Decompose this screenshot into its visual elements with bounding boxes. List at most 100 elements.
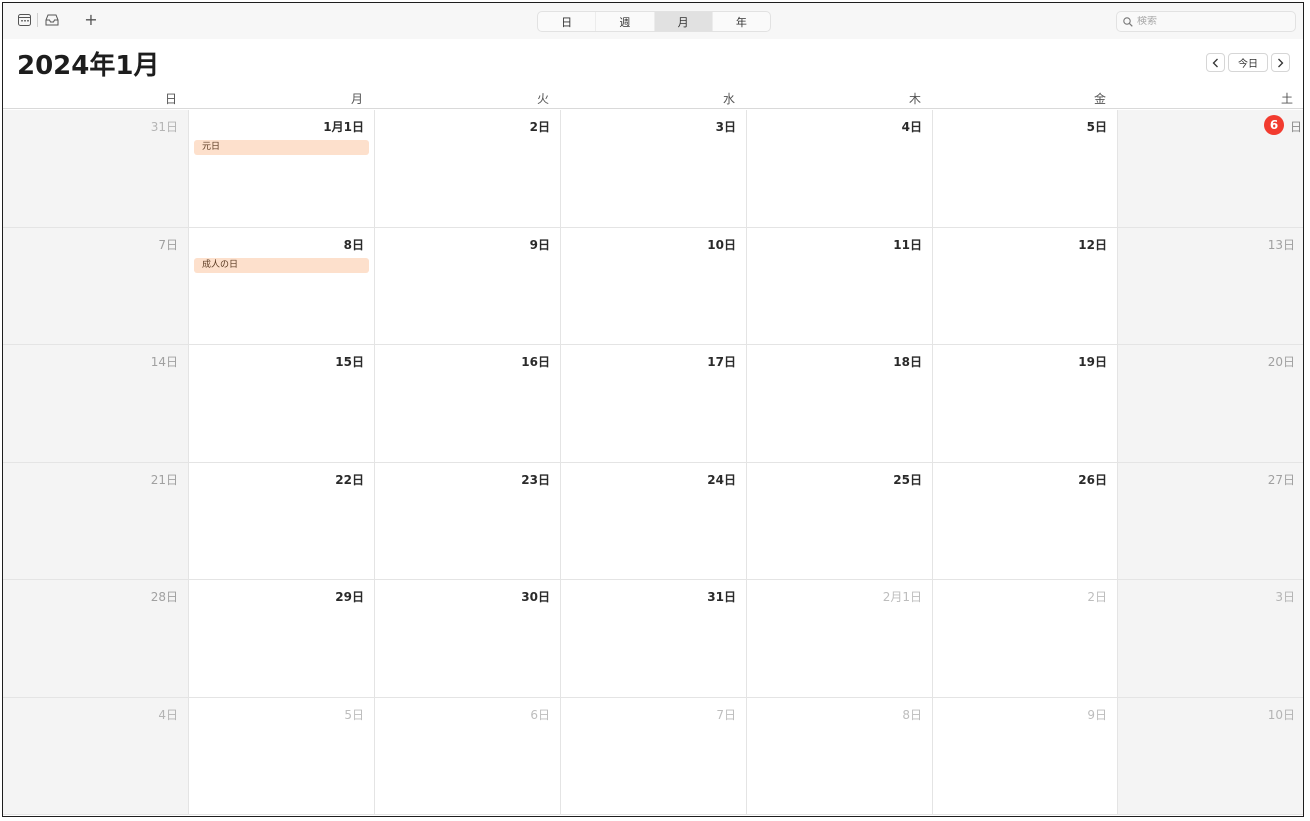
day-cell[interactable]: 2日 bbox=[933, 580, 1118, 698]
chevron-right-icon bbox=[1278, 58, 1284, 67]
day-number: 30日 bbox=[521, 590, 550, 604]
day-cell[interactable]: 19日 bbox=[933, 345, 1118, 463]
day-cell[interactable]: 21日 bbox=[3, 462, 189, 580]
day-number: 1月1日 bbox=[323, 120, 364, 134]
view-day-tab[interactable]: 日 bbox=[538, 12, 597, 31]
day-number: 15日 bbox=[335, 355, 364, 369]
day-cell[interactable]: 5日 bbox=[189, 697, 375, 815]
weekday-label: 木 bbox=[908, 92, 921, 106]
day-cell[interactable]: 16日 bbox=[375, 345, 561, 463]
day-number: 8日 bbox=[902, 707, 922, 722]
day-cell[interactable]: 9日 bbox=[933, 697, 1118, 815]
day-cell[interactable]: 4日 bbox=[3, 697, 189, 815]
day-cell[interactable]: 24日 bbox=[561, 462, 747, 580]
day-number: 18日 bbox=[893, 355, 922, 369]
day-number: 31日 bbox=[707, 590, 736, 604]
day-cell[interactable]: 2日 bbox=[375, 110, 561, 228]
day-cell[interactable]: 6日 bbox=[375, 697, 561, 815]
day-number: 11日 bbox=[893, 237, 922, 252]
day-cell[interactable]: 10日 bbox=[1118, 697, 1303, 815]
day-cell[interactable]: 20日 bbox=[1118, 345, 1303, 463]
day-number: 6日 bbox=[530, 707, 550, 722]
day-number: 2月1日 bbox=[882, 590, 922, 604]
day-cell[interactable]: 15日 bbox=[189, 345, 375, 463]
view-month-tab[interactable]: 月 bbox=[654, 12, 713, 31]
day-number: 9日 bbox=[1087, 707, 1107, 722]
day-number: 10日 bbox=[1267, 707, 1295, 722]
day-cell[interactable]: 7日 bbox=[3, 227, 189, 345]
day-number: 29日 bbox=[335, 590, 364, 604]
day-cell[interactable]: 6日 bbox=[1118, 110, 1303, 228]
day-cell[interactable]: 23日 bbox=[375, 462, 561, 580]
day-number: 20日 bbox=[1267, 355, 1295, 369]
weekday-header: 日月火水木金土 bbox=[3, 86, 1303, 109]
previous-month-button[interactable] bbox=[1206, 53, 1225, 72]
day-number: 19日 bbox=[1078, 355, 1107, 369]
day-cell[interactable]: 31日 bbox=[3, 110, 189, 228]
day-number: 4日 bbox=[158, 707, 178, 722]
day-cell[interactable]: 11日 bbox=[747, 227, 933, 345]
day-number: 4日 bbox=[901, 120, 922, 134]
day-cell[interactable]: 3日 bbox=[1118, 580, 1303, 698]
day-cell[interactable]: 9日 bbox=[375, 227, 561, 345]
weekday-label: 水 bbox=[722, 92, 735, 106]
day-number: 8日 bbox=[343, 237, 364, 252]
search-input[interactable] bbox=[1137, 16, 1287, 27]
event-item[interactable]: 元日 bbox=[194, 140, 369, 155]
day-cell[interactable]: 30日 bbox=[375, 580, 561, 698]
day-number: 24日 bbox=[707, 472, 736, 487]
day-number: 5日 bbox=[344, 707, 364, 722]
day-cell[interactable]: 28日 bbox=[3, 580, 189, 698]
day-cell[interactable]: 7日 bbox=[561, 697, 747, 815]
day-number: 31日 bbox=[150, 120, 178, 134]
day-cell[interactable]: 17日 bbox=[561, 345, 747, 463]
day-cell[interactable]: 13日 bbox=[1118, 227, 1303, 345]
view-week-tab[interactable]: 週 bbox=[596, 12, 655, 31]
day-number: 25日 bbox=[893, 472, 922, 487]
day-number: 7日 bbox=[716, 707, 736, 722]
day-number: 21日 bbox=[150, 472, 178, 487]
day-cell[interactable]: 31日 bbox=[561, 580, 747, 698]
day-cell[interactable]: 8日 bbox=[747, 697, 933, 815]
month-grid: 31日 1月1日 元日 2日 3日 4日 5日 6 日 7日 8日 成人の日 9日 10日 11日 12日 13… bbox=[3, 110, 1303, 816]
day-cell[interactable]: 18日 bbox=[747, 345, 933, 463]
add-icon[interactable]: + bbox=[82, 11, 100, 29]
day-cell[interactable]: 8日成人の日 bbox=[189, 227, 375, 345]
day-cell[interactable]: 1月1日元日 bbox=[189, 110, 375, 228]
day-cell[interactable]: 12日 bbox=[933, 227, 1118, 345]
inbox-icon[interactable] bbox=[43, 11, 61, 29]
weekday-label: 火 bbox=[536, 92, 549, 106]
next-month-button[interactable] bbox=[1271, 53, 1290, 72]
day-cell[interactable]: 27日 bbox=[1118, 462, 1303, 580]
toolbar-divider bbox=[37, 13, 38, 27]
day-cell[interactable]: 22日 bbox=[189, 462, 375, 580]
day-number: 10日 bbox=[707, 237, 736, 252]
day-cell[interactable]: 25日 bbox=[747, 462, 933, 580]
day-number: 2日 bbox=[529, 120, 550, 134]
calendar-icon[interactable] bbox=[15, 11, 33, 29]
event-item[interactable]: 成人の日 bbox=[194, 257, 369, 273]
search-field[interactable] bbox=[1116, 11, 1296, 32]
day-cell[interactable]: 14日 bbox=[3, 345, 189, 463]
calendar-window: + 日 週 月 年 2024年1月 今日 日月火水木金土 31日1月1日元日2日… bbox=[2, 2, 1304, 817]
day-number: 日 bbox=[1289, 120, 1302, 134]
month-navigation: 今日 bbox=[1206, 53, 1290, 72]
day-number: 17日 bbox=[707, 355, 736, 369]
day-number: 7日 bbox=[158, 237, 178, 252]
day-cell[interactable]: 29日 bbox=[189, 580, 375, 698]
day-number: 13日 bbox=[1267, 237, 1295, 252]
day-number: 12日 bbox=[1078, 237, 1107, 252]
page-title: 2024年1月 bbox=[17, 51, 160, 81]
day-cell[interactable]: 5日 bbox=[933, 110, 1118, 228]
day-number: 3日 bbox=[1275, 590, 1295, 604]
day-cell[interactable]: 26日 bbox=[933, 462, 1118, 580]
day-cell[interactable]: 4日 bbox=[747, 110, 933, 228]
day-cell[interactable]: 3日 bbox=[561, 110, 747, 228]
day-cell[interactable]: 2月1日 bbox=[747, 580, 933, 698]
day-number: 9日 bbox=[529, 237, 550, 252]
day-cell[interactable]: 10日 bbox=[561, 227, 747, 345]
day-number: 27日 bbox=[1267, 472, 1295, 487]
today-button[interactable]: 今日 bbox=[1228, 53, 1268, 72]
day-number: 16日 bbox=[521, 355, 550, 369]
view-year-tab[interactable]: 年 bbox=[713, 12, 770, 31]
